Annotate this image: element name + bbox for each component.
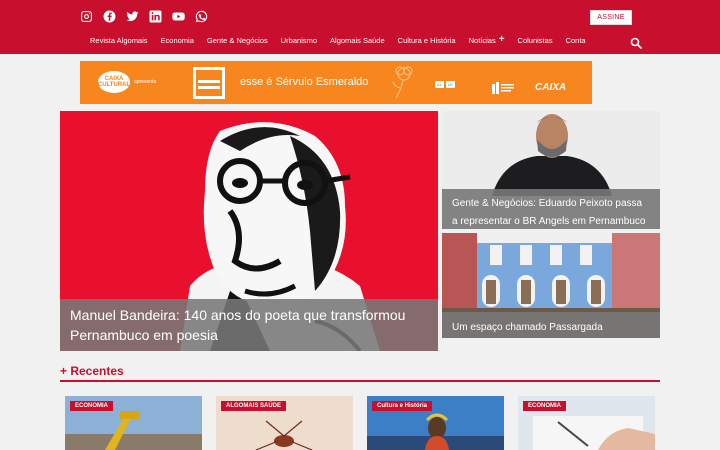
- banner-badge: LE: [446, 81, 455, 88]
- subscribe-button[interactable]: ASSINE: [590, 10, 632, 25]
- nav-item-algomais-saude[interactable]: Algomais Saúde: [330, 36, 385, 45]
- banner-badges: AL LE: [435, 81, 455, 88]
- recent-card-2[interactable]: ALGOMAIS SAÚDE: [216, 396, 353, 450]
- whatsapp-icon[interactable]: [195, 10, 208, 23]
- recentes-heading[interactable]: + Recentes: [60, 364, 124, 378]
- main-nav: Revista Algomais Economia Gente & Negóci…: [90, 34, 599, 45]
- card-category-tag[interactable]: ALGOMAIS SAÚDE: [221, 401, 287, 411]
- recentes-divider: [60, 380, 660, 382]
- nav-item-conta[interactable]: Conta: [566, 36, 586, 45]
- top-header: [0, 0, 720, 54]
- banner-badge: AL: [435, 81, 444, 88]
- recent-card-1[interactable]: ECONOMIA: [65, 396, 202, 450]
- nav-item-cultura-historia[interactable]: Cultura e História: [398, 36, 456, 45]
- flower-drawing-icon: [392, 66, 413, 99]
- facebook-icon[interactable]: [103, 10, 116, 23]
- recent-card-3[interactable]: Cultura e História: [367, 396, 504, 450]
- card-category-tag[interactable]: Cultura e História: [372, 401, 433, 411]
- hero-headline[interactable]: Manuel Bandeira: 140 anos do poeta que t…: [70, 307, 405, 343]
- side-story-1[interactable]: Gente & Negócios: Eduardo Peixoto passa …: [442, 111, 660, 229]
- twitter-icon[interactable]: [126, 10, 139, 23]
- social-links: [80, 10, 208, 23]
- recent-card-4[interactable]: ECONOMIA: [518, 396, 655, 450]
- caixa-logo: CAIXA: [535, 82, 567, 93]
- nav-item-colunistas[interactable]: Colunistas: [518, 36, 553, 45]
- side-story-2-caption: Um espaço chamado Passargada: [442, 312, 660, 338]
- banner-title: esse é Sérvulo Esmeraldo: [240, 76, 369, 88]
- nav-item-revista-algomais[interactable]: Revista Algomais: [90, 36, 148, 45]
- expand-noticias-icon[interactable]: +: [499, 34, 505, 45]
- hero-story[interactable]: Manuel Bandeira: 140 anos do poeta que t…: [60, 111, 438, 351]
- card-category-tag[interactable]: ECONOMIA: [70, 401, 113, 411]
- nav-item-urbanismo[interactable]: Urbanismo: [281, 36, 317, 45]
- side-story-1-caption: Gente & Negócios: Eduardo Peixoto passa …: [442, 189, 660, 229]
- caixa-cultural-logo: CAIXA CULTURAL: [98, 71, 130, 93]
- card-category-tag[interactable]: ECONOMIA: [523, 401, 566, 411]
- instagram-icon[interactable]: [80, 10, 93, 23]
- side-story-2[interactable]: Um espaço chamado Passargada: [442, 233, 660, 338]
- side-story-1-headline[interactable]: Gente & Negócios: Eduardo Peixoto passa …: [452, 198, 645, 227]
- banner-apresenta-text: apresenta: [134, 79, 157, 85]
- side-story-2-headline[interactable]: Um espaço chamado Passargada: [452, 322, 603, 333]
- exhibition-logo-icon: [193, 67, 225, 99]
- youtube-icon[interactable]: [172, 10, 185, 23]
- nav-item-gente-negocios[interactable]: Gente & Negócios: [207, 36, 268, 45]
- hero-caption: Manuel Bandeira: 140 anos do poeta que t…: [60, 299, 438, 351]
- nav-item-economia[interactable]: Economia: [161, 36, 194, 45]
- linkedin-icon[interactable]: [149, 10, 162, 23]
- search-icon[interactable]: [630, 36, 642, 49]
- nav-item-noticias[interactable]: Notícias: [469, 36, 496, 45]
- government-logo-icon: [492, 82, 514, 94]
